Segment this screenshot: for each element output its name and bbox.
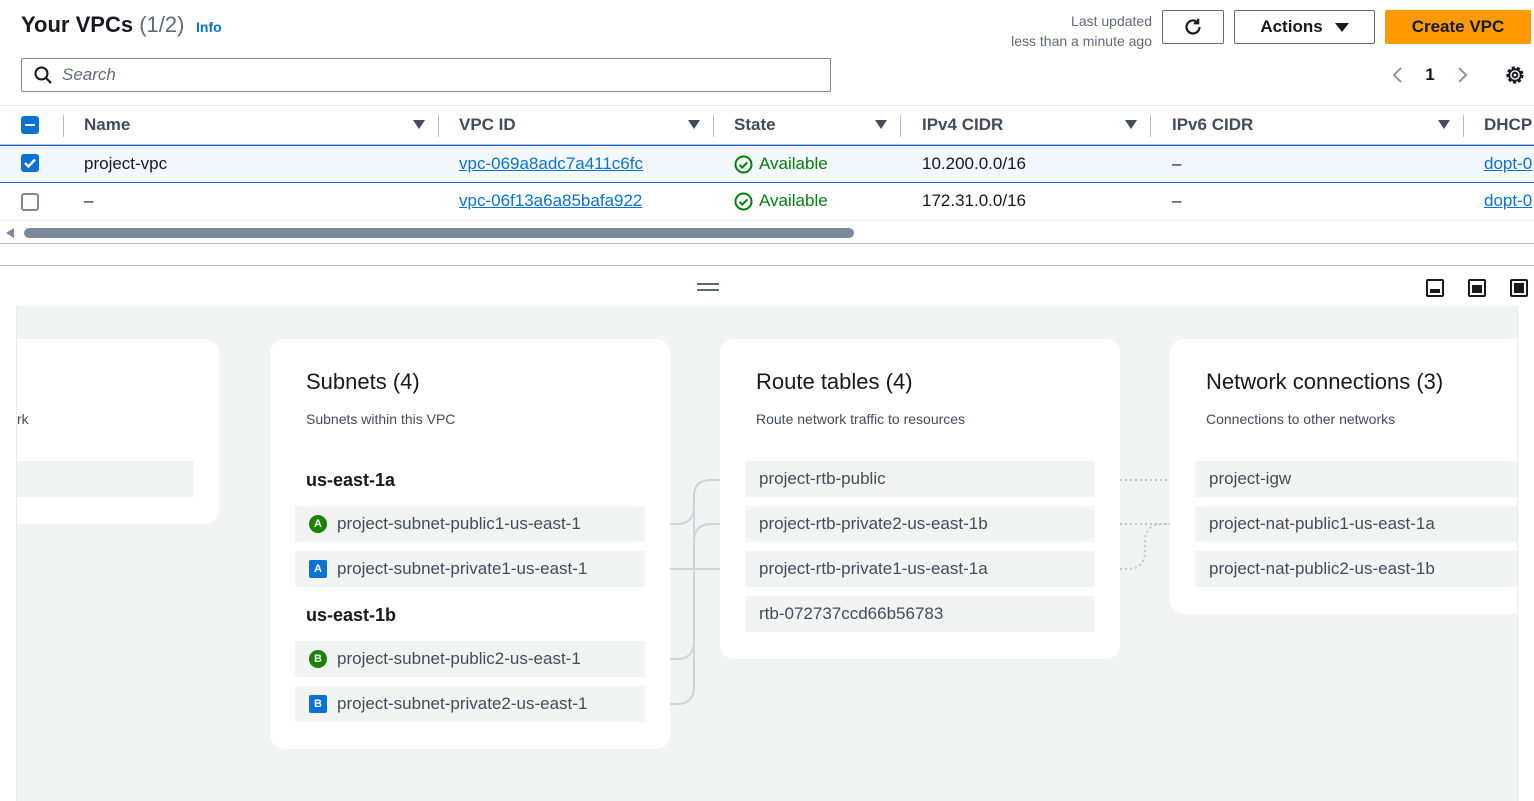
panel-bottom-icon — [1430, 289, 1440, 293]
route-tables-card: Route tables (4) Route network traffic t… — [720, 339, 1120, 659]
current-page[interactable]: 1 — [1408, 65, 1452, 85]
route-table-item[interactable]: project-rtb-private2-us-east-1b — [745, 506, 1095, 542]
cell-ipv6-cidr: – — [1172, 154, 1182, 173]
panel-minimize-button[interactable] — [1426, 279, 1444, 297]
subnet-item[interactable]: A project-subnet-public1-us-east-1 — [295, 506, 645, 542]
route-table-item[interactable]: rtb-072737ccd66b56783 — [745, 596, 1095, 632]
actions-dropdown[interactable]: Actions — [1234, 10, 1375, 44]
check-icon — [24, 158, 36, 169]
network-connections-description: Connections to other networks — [1206, 411, 1396, 427]
column-header-name[interactable]: Name — [84, 106, 439, 144]
sort-icon — [1438, 120, 1450, 129]
page-title: Your VPCs (1/2) — [21, 12, 185, 37]
gear-icon[interactable] — [1503, 63, 1527, 87]
subnets-title: Subnets (4) — [306, 369, 420, 394]
column-header-vpc-id[interactable]: VPC ID — [459, 106, 714, 144]
dhcp-options-link[interactable]: dopt-0 — [1484, 154, 1532, 174]
refresh-button[interactable] — [1162, 10, 1224, 44]
panel-full-icon — [1514, 283, 1524, 293]
chevron-right-icon — [1458, 67, 1468, 83]
route-table-item[interactable]: project-rtb-private1-us-east-1a — [745, 551, 1095, 587]
search-input[interactable] — [62, 65, 762, 85]
panel-half-icon — [1472, 285, 1482, 293]
column-header-state[interactable]: State — [734, 106, 901, 144]
create-vpc-button[interactable]: Create VPC — [1385, 10, 1531, 44]
public-subnet-badge-icon: B — [309, 650, 327, 668]
split-divider — [0, 265, 1534, 266]
status-indicator: Available — [734, 183, 828, 219]
scroll-left-arrow-icon[interactable] — [6, 228, 14, 238]
table-header: Name VPC ID State IPv4 CIDR IPv6 CIDR DH… — [0, 105, 1534, 145]
indeterminate-icon — [25, 124, 35, 126]
cell-ipv6-cidr: – — [1172, 191, 1182, 210]
next-page-button[interactable] — [1452, 62, 1474, 88]
private-subnet-badge-icon: A — [309, 560, 327, 578]
availability-zone-label: us-east-1a — [306, 470, 396, 490]
search-icon — [34, 66, 52, 84]
table-row[interactable]: – vpc-06f13a6a85bafa922 Available 172.31… — [0, 183, 1534, 221]
caret-down-icon — [1334, 22, 1349, 32]
network-connections-card: Network connections (3) Connections to o… — [1170, 339, 1517, 614]
selection-count: (1/2) — [139, 12, 185, 37]
chevron-left-icon — [1392, 67, 1402, 83]
network-connections-title: Network connections (3) — [1206, 369, 1444, 394]
route-tables-description: Route network traffic to resources — [756, 411, 966, 427]
status-success-icon — [734, 192, 753, 210]
refresh-icon — [1185, 18, 1201, 35]
network-connection-item[interactable]: project-nat-public2-us-east-1b — [1195, 551, 1517, 587]
pagination: 1 — [1386, 62, 1474, 88]
row-checkbox[interactable] — [21, 193, 39, 211]
column-header-dhcp[interactable]: DHCP — [1484, 106, 1534, 144]
column-header-ipv4-cidr[interactable]: IPv4 CIDR — [922, 106, 1151, 144]
subnet-item[interactable]: A project-subnet-private1-us-east-1 — [295, 551, 645, 587]
vpc-id-link[interactable]: vpc-06f13a6a85bafa922 — [459, 191, 642, 211]
sort-icon — [875, 120, 887, 129]
subnets-card: Subnets (4) Subnets within this VPC us-e… — [270, 339, 670, 749]
sort-icon — [413, 120, 425, 129]
drag-handle-icon[interactable] — [697, 283, 719, 291]
row-checkbox[interactable] — [21, 154, 39, 172]
subnets-description: Subnets within this VPC — [306, 411, 456, 427]
split-divider — [0, 243, 1534, 244]
column-header-ipv6-cidr[interactable]: IPv6 CIDR — [1172, 106, 1464, 144]
sort-icon — [1125, 120, 1137, 129]
dhcp-options-link[interactable]: dopt-0 — [1484, 191, 1532, 211]
search-field[interactable] — [21, 58, 831, 92]
cell-ipv4-cidr: 172.31.0.0/16 — [922, 191, 1026, 210]
network-connection-item[interactable]: project-nat-public1-us-east-1a — [1195, 506, 1517, 542]
cell-name: – — [84, 191, 94, 210]
horizontal-scrollbar[interactable] — [0, 224, 1534, 242]
cell-name: project-vpc — [84, 154, 168, 173]
status-success-icon — [734, 155, 753, 173]
subnet-item[interactable]: B project-subnet-public2-us-east-1 — [295, 641, 645, 677]
select-all-checkbox[interactable] — [21, 116, 39, 134]
network-connection-item[interactable]: project-igw — [1195, 461, 1517, 497]
table-row[interactable]: project-vpc vpc-069a8adc7a411c6fc Availa… — [0, 145, 1534, 183]
availability-zone-label: us-east-1b — [306, 605, 397, 625]
sort-icon — [688, 120, 700, 129]
subnet-item[interactable]: B project-subnet-private2-us-east-1 — [295, 686, 645, 722]
status-indicator: Available — [734, 146, 828, 182]
resource-map: rk Subnets (4) Subnets within this VPC u… — [16, 306, 1518, 801]
scrollbar-thumb[interactable] — [24, 228, 854, 238]
last-updated: Last updated less than a minute ago — [1011, 13, 1152, 49]
route-table-item[interactable]: project-rtb-public — [745, 461, 1095, 497]
panel-maximize-button[interactable] — [1510, 279, 1528, 297]
vpc-id-link[interactable]: vpc-069a8adc7a411c6fc — [459, 154, 643, 174]
info-link[interactable]: Info — [196, 19, 222, 35]
cell-ipv4-cidr: 10.200.0.0/16 — [922, 154, 1026, 173]
private-subnet-badge-icon: B — [309, 695, 327, 713]
public-subnet-badge-icon: A — [309, 515, 327, 533]
route-tables-title: Route tables (4) — [756, 369, 913, 394]
panel-half-button[interactable] — [1468, 279, 1486, 297]
prev-page-button[interactable] — [1386, 62, 1408, 88]
